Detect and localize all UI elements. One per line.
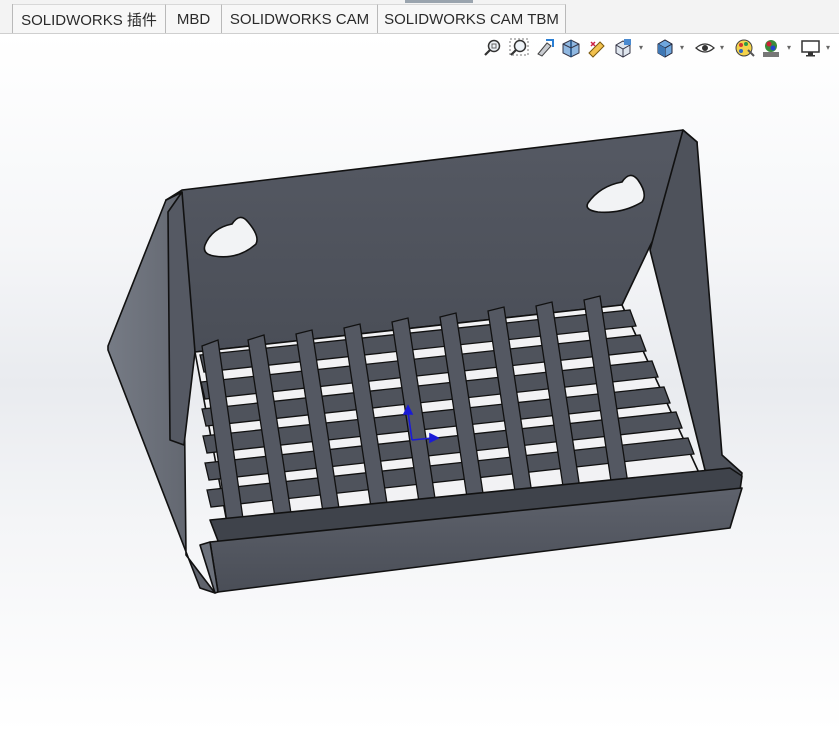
part-model[interactable]: [0, 0, 839, 732]
